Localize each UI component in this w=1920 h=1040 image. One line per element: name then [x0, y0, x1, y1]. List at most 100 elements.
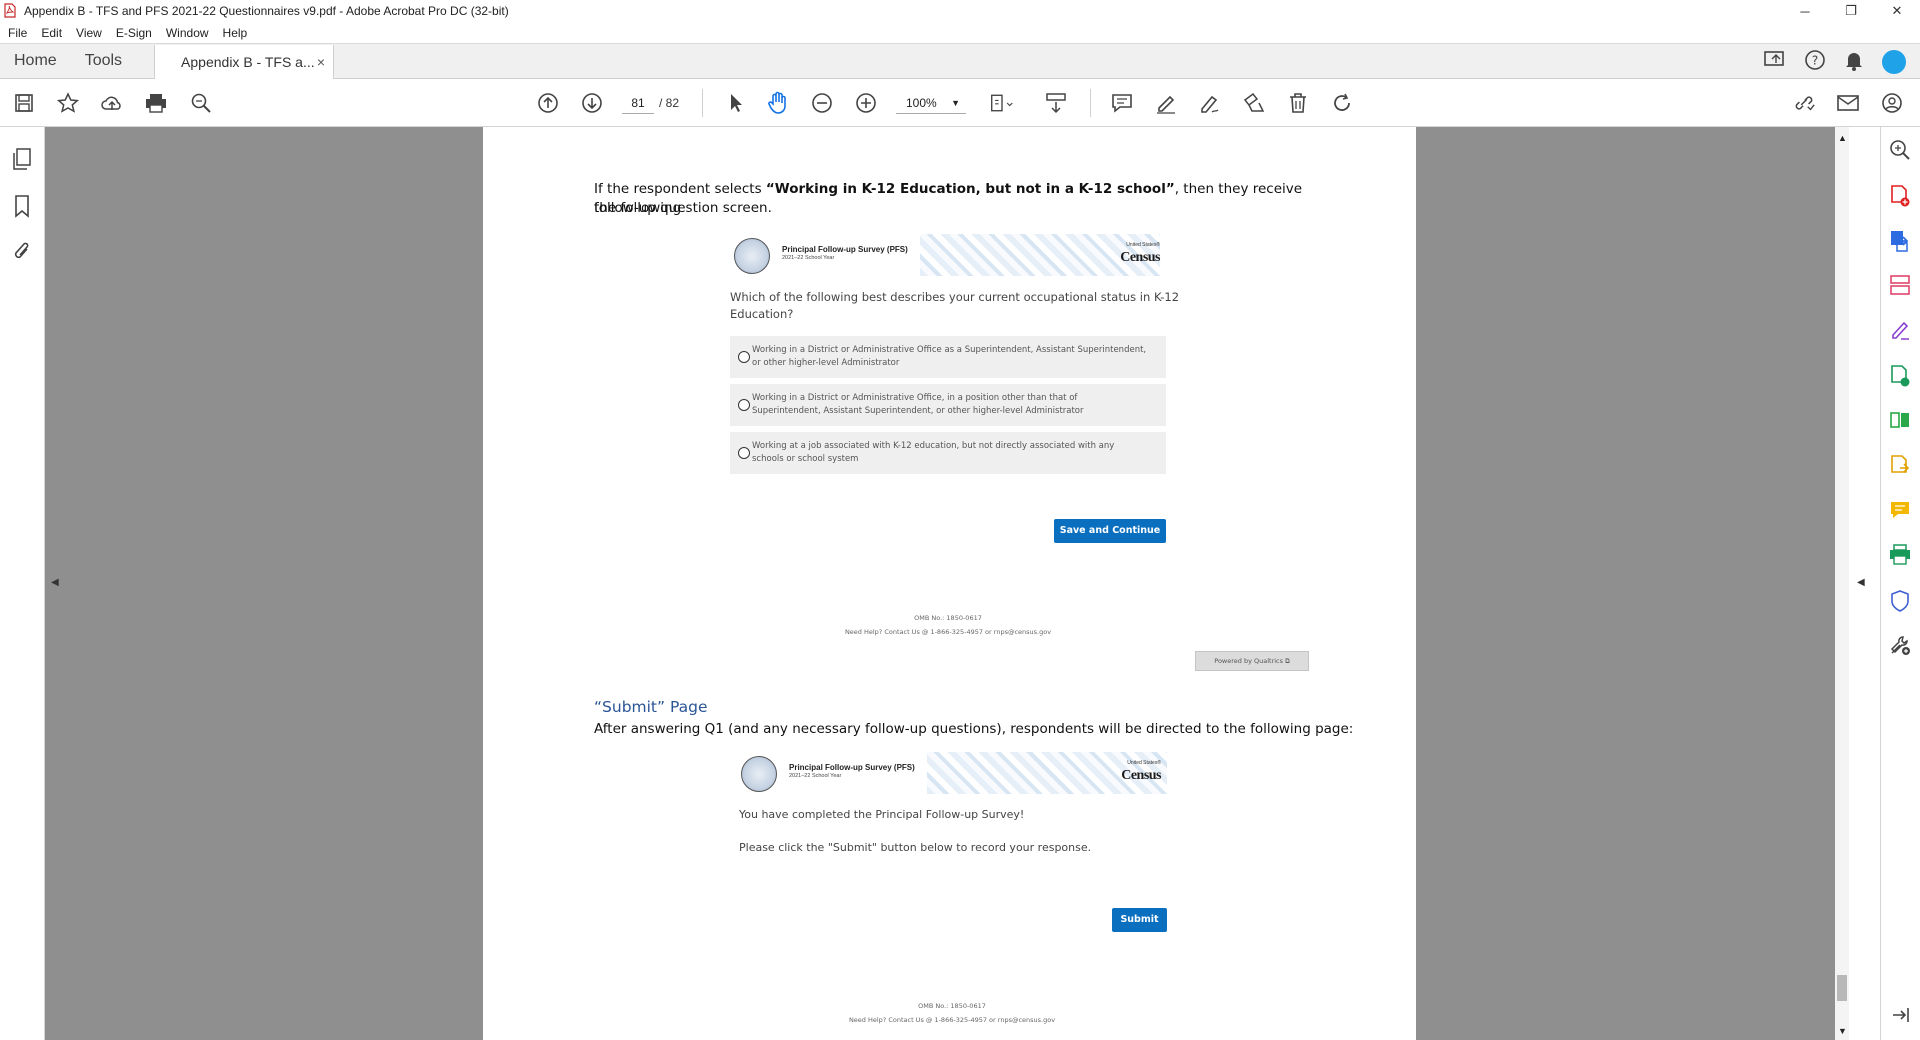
- print-icon[interactable]: [144, 91, 168, 115]
- menu-edit[interactable]: Edit: [41, 26, 62, 40]
- menu-esign[interactable]: E-Sign: [116, 26, 152, 40]
- bookmark-star-icon[interactable]: [56, 91, 80, 115]
- save-and-continue-button[interactable]: Save and Continue: [1054, 519, 1166, 543]
- more-tools-icon[interactable]: [1889, 634, 1913, 658]
- sign-icon[interactable]: [1198, 91, 1222, 115]
- zoom-search-icon[interactable]: [189, 91, 213, 115]
- census-logo: United States® Census: [1120, 242, 1160, 265]
- menu-window[interactable]: Window: [166, 26, 209, 40]
- maximize-button[interactable]: ❐: [1828, 0, 1874, 22]
- print-production-icon[interactable]: [1889, 544, 1913, 568]
- radio-button[interactable]: [738, 351, 750, 363]
- menu-bar: File Edit View E-Sign Window Help: [0, 22, 1920, 43]
- census-logo: United States® Census: [1121, 760, 1161, 783]
- profile-avatar[interactable]: [1882, 50, 1906, 74]
- select-cursor-icon[interactable]: [724, 91, 748, 115]
- submit-instruction: Please click the "Submit" button below t…: [739, 841, 1092, 854]
- zoom-level-value: 100%: [906, 96, 937, 110]
- window-title: Appendix B - TFS and PFS 2021-22 Questio…: [24, 4, 509, 18]
- account-settings-icon[interactable]: [1880, 91, 1904, 115]
- submit-button[interactable]: Submit: [1112, 908, 1167, 932]
- option-district-other[interactable]: Working in a District or Administrative …: [730, 384, 1166, 426]
- option-label: Working in a District or Administrative …: [752, 345, 1147, 368]
- zoom-level-select[interactable]: 100% ▼: [896, 92, 966, 114]
- attachments-paperclip-icon[interactable]: [11, 240, 35, 264]
- survey-year: 2021–22 School Year: [782, 255, 835, 261]
- question-text: Which of the following best describes yo…: [730, 290, 1180, 321]
- close-window-button[interactable]: ✕: [1874, 0, 1920, 22]
- acrobat-pdf-icon: [4, 3, 18, 19]
- bookmarks-icon[interactable]: [11, 194, 35, 218]
- radio-button[interactable]: [738, 447, 750, 459]
- page-thumbnails-icon[interactable]: [11, 147, 35, 171]
- left-navigation-pane: [0, 127, 45, 1040]
- page-total: / 82: [659, 96, 680, 110]
- option-label: Working at a job associated with K-12 ed…: [752, 441, 1115, 464]
- comment-tool-icon[interactable]: [1889, 499, 1913, 523]
- menu-help[interactable]: Help: [223, 26, 248, 40]
- zoom-out-icon[interactable]: [810, 91, 834, 115]
- submit-page-heading: “Submit” Page: [594, 698, 708, 716]
- protect-shield-icon[interactable]: [1889, 589, 1913, 613]
- notification-bell-icon[interactable]: [1844, 49, 1864, 76]
- export-pdf-icon[interactable]: [1889, 229, 1913, 253]
- page-display-icon[interactable]: [990, 91, 1014, 115]
- survey-title: Principal Follow-up Survey (PFS): [782, 245, 908, 254]
- highlight-pen-icon[interactable]: [1154, 91, 1178, 115]
- tab-bar: Home Tools Appendix B - TFS a... × ?: [0, 43, 1920, 79]
- current-page-input[interactable]: 81: [622, 92, 654, 114]
- toolbar-divider: [702, 89, 703, 117]
- search-zoom-icon[interactable]: [1889, 139, 1913, 163]
- fill-sign-icon[interactable]: [1889, 319, 1913, 343]
- powered-by-qualtrics-link[interactable]: Powered by Qualtrics ⧉: [1195, 651, 1309, 671]
- zoom-dropdown-arrow: ▼: [951, 98, 960, 108]
- rotate-icon[interactable]: [1330, 91, 1354, 115]
- share-screen-icon[interactable]: [1764, 50, 1786, 75]
- title-bar: Appendix B - TFS and PFS 2021-22 Questio…: [0, 0, 1920, 22]
- scroll-up-arrow[interactable]: ▲: [1838, 133, 1847, 143]
- vertical-scrollbar[interactable]: ▲ ▼: [1835, 127, 1849, 1040]
- previous-page-icon[interactable]: [536, 91, 560, 115]
- hand-tool-icon[interactable]: [766, 91, 790, 115]
- email-icon[interactable]: [1836, 91, 1860, 115]
- tab-document[interactable]: Appendix B - TFS a... ×: [154, 45, 335, 79]
- save-icon[interactable]: [12, 91, 36, 115]
- scroll-down-arrow[interactable]: ▼: [1838, 1026, 1847, 1036]
- help-contact-2: Need Help? Contact Us @ 1-866-325-4957 o…: [848, 1016, 1056, 1024]
- tab-tools[interactable]: Tools: [71, 44, 136, 78]
- omb-number-2: OMB No.: 1850-0617: [918, 1002, 986, 1010]
- help-icon[interactable]: ?: [1804, 49, 1826, 76]
- radio-button[interactable]: [738, 399, 750, 411]
- omb-number: OMB No.: 1850-0617: [914, 614, 982, 622]
- zoom-in-icon[interactable]: [854, 91, 878, 115]
- organize-pages-icon[interactable]: [1889, 274, 1913, 298]
- collapse-pane-icon[interactable]: [1889, 1004, 1913, 1028]
- document-canvas[interactable]: ◀ If the respondent selects “Working in …: [45, 127, 1865, 1040]
- menu-file[interactable]: File: [8, 26, 27, 40]
- collapse-left-pane-icon[interactable]: ◀: [51, 577, 59, 588]
- expand-right-pane-icon[interactable]: ◀: [1857, 577, 1865, 588]
- stamp-icon[interactable]: [1242, 91, 1266, 115]
- combine-files-icon[interactable]: [1889, 409, 1913, 433]
- create-pdf-icon[interactable]: [1889, 184, 1913, 208]
- comment-icon[interactable]: [1110, 91, 1134, 115]
- cloud-upload-icon[interactable]: [100, 91, 124, 115]
- close-tab-icon[interactable]: ×: [317, 54, 325, 70]
- delete-trash-icon[interactable]: [1286, 91, 1310, 115]
- tab-home[interactable]: Home: [0, 44, 71, 78]
- share-link-icon[interactable]: [1792, 91, 1816, 115]
- submit-intro-paragraph: After answering Q1 (and any necessary fo…: [594, 721, 1354, 737]
- scrollbar-thumb[interactable]: [1837, 975, 1847, 1001]
- next-page-icon[interactable]: [580, 91, 604, 115]
- option-district-admin[interactable]: Working in a District or Administrative …: [730, 336, 1166, 378]
- minimize-button[interactable]: ─: [1782, 0, 1828, 22]
- edit-pdf-icon[interactable]: [1889, 364, 1913, 388]
- option-k12-job[interactable]: Working at a job associated with K-12 ed…: [730, 432, 1166, 474]
- request-signatures-icon[interactable]: [1889, 454, 1913, 478]
- help-contact: Need Help? Contact Us @ 1-866-325-4957 o…: [844, 628, 1052, 636]
- menu-view[interactable]: View: [76, 26, 102, 40]
- survey-title: Principal Follow-up Survey (PFS): [789, 763, 915, 772]
- scroll-mode-icon[interactable]: [1044, 91, 1068, 115]
- acrobat-window: Appendix B - TFS and PFS 2021-22 Questio…: [0, 0, 1920, 1040]
- svg-text:?: ?: [1812, 53, 1818, 67]
